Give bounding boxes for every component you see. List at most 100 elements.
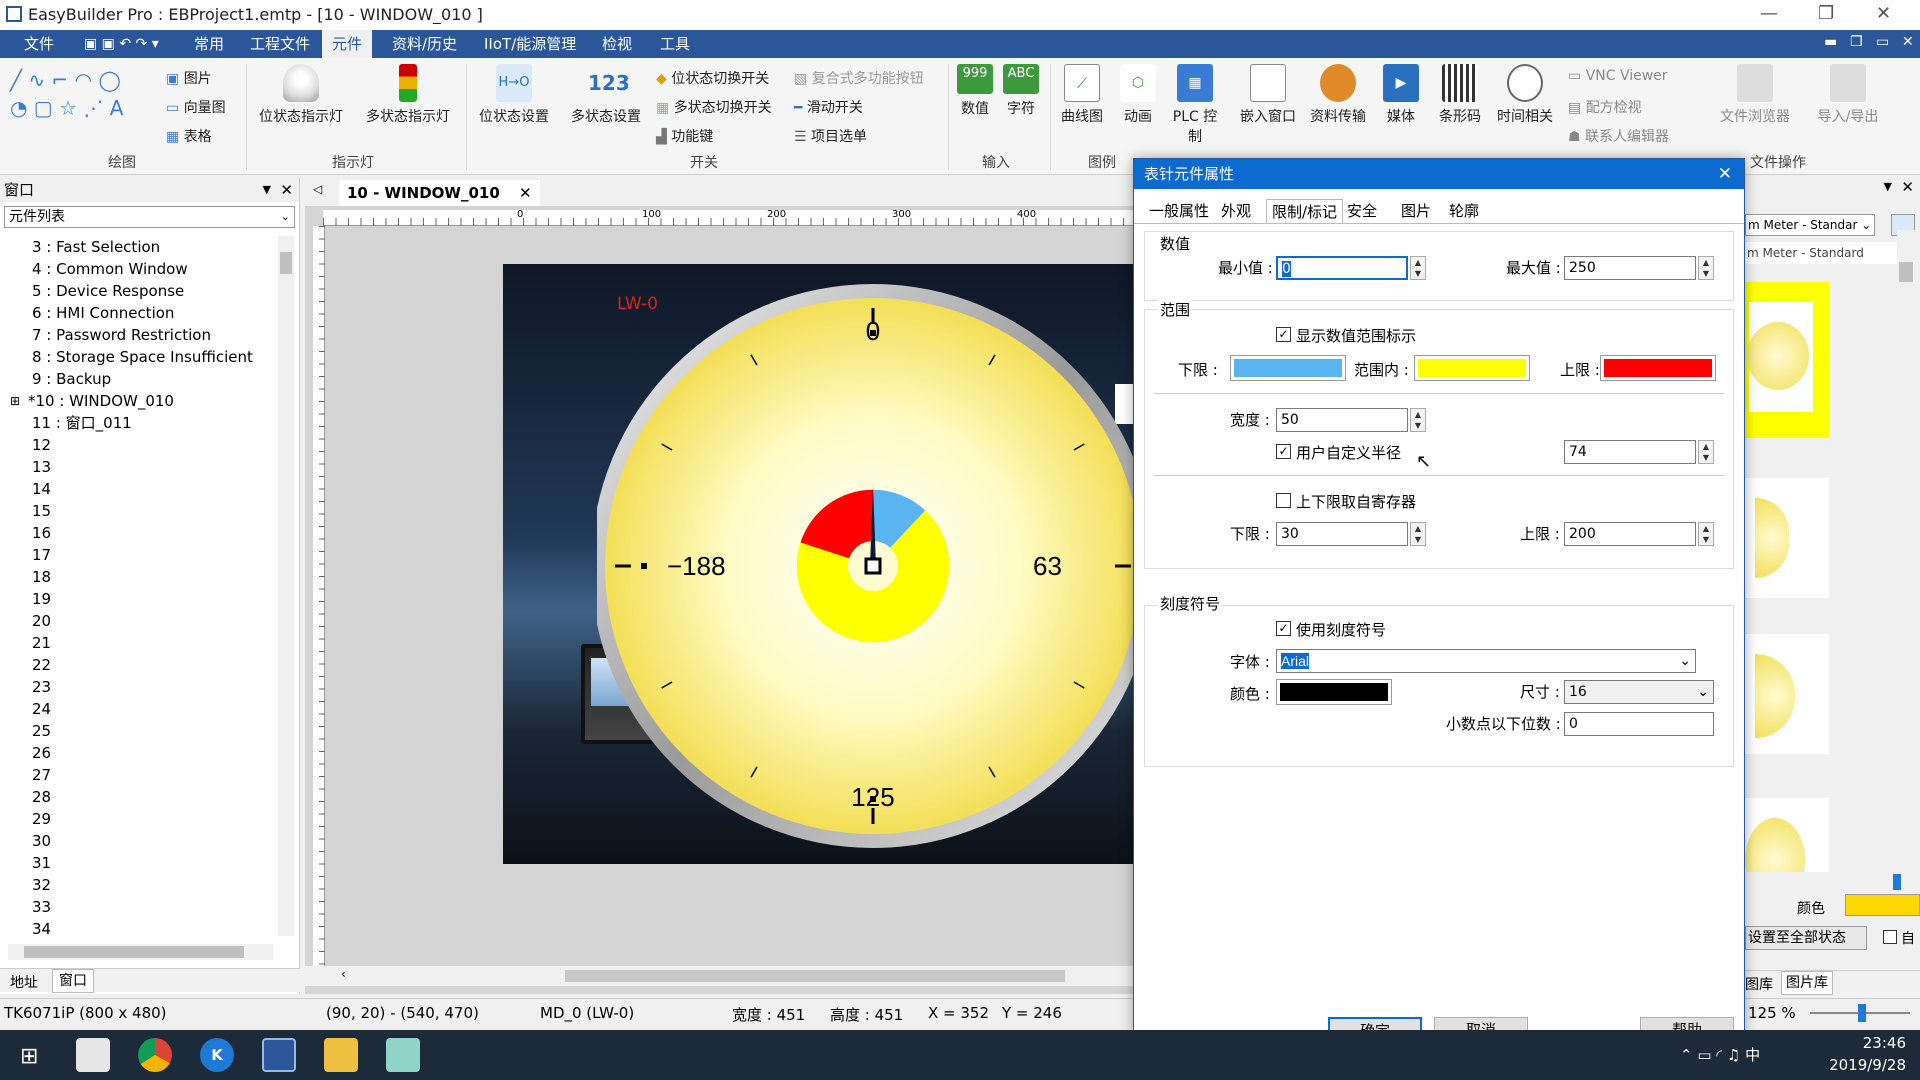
ascii-button[interactable]: ABC 字符 (1000, 64, 1042, 118)
system-tray-icons[interactable]: ⌃ ▭ ◜ ♫ 中 (1680, 1044, 1760, 1065)
tree-item[interactable]: 26 (10, 742, 275, 764)
tab-limit-mark[interactable]: 限制/标记 (1266, 199, 1344, 223)
min-value-input[interactable]: 0 (1276, 256, 1408, 280)
tree-item[interactable]: 23 (10, 676, 275, 698)
tree-horizontal-scrollbar[interactable] (8, 944, 273, 960)
animation-button[interactable]: ⬡ 动画 (1112, 64, 1164, 126)
shape-preview-selected[interactable] (1745, 282, 1829, 438)
lower-color-picker[interactable] (1230, 355, 1346, 381)
width-input[interactable]: 50 (1276, 408, 1408, 432)
tab-address[interactable]: 地址 (10, 972, 38, 992)
selection-handle[interactable] (870, 796, 876, 802)
lower-limit-spinner[interactable]: ▲ ▼ (1410, 522, 1426, 546)
trend-button[interactable]: ⟋ 曲线图 (1056, 64, 1108, 126)
tree-item[interactable]: 7 : Password Restriction (10, 324, 275, 346)
minimize-button[interactable]: — (1760, 3, 1778, 24)
tree-item[interactable]: 6 : HMI Connection (10, 302, 275, 324)
tree-item[interactable]: 31 (10, 852, 275, 874)
tree-item[interactable]: ⊞ *10 : WINDOW_010 (10, 390, 275, 412)
radius-input[interactable]: 74 (1564, 440, 1696, 464)
tree-item[interactable]: 11 : 窗口_011 (10, 412, 275, 434)
apply-all-states-button[interactable]: 设置至全部状态 (1745, 926, 1867, 950)
tab-window[interactable]: 窗口 (52, 969, 94, 993)
mdi-controls[interactable]: ▬ ❐ ▭ ✕ (1820, 30, 1920, 58)
ribbon-vector[interactable]: ▭ 向量图 (166, 97, 226, 117)
scrollbar-thumb[interactable] (565, 970, 1065, 982)
menu-project-file[interactable]: 工程文件 (240, 30, 320, 58)
library-scrollbar[interactable] (1897, 230, 1915, 874)
zoom-slider-thumb[interactable] (1858, 1004, 1866, 1022)
file-explorer-icon[interactable] (324, 1038, 358, 1072)
tree-item[interactable]: 15 (10, 500, 275, 522)
panel-dropdown-icon[interactable]: ▼ (263, 178, 271, 202)
color-swatch[interactable] (1845, 894, 1920, 916)
radius-spinner[interactable]: ▲ ▼ (1698, 440, 1714, 464)
editor-horizontal-scrollbar[interactable]: ‹ (305, 966, 1135, 986)
tree-item[interactable]: 20 (10, 610, 275, 632)
quick-access-toolbar[interactable]: ▣ ▣ ↶ ↷ ▾ (84, 36, 159, 52)
dialog-close-icon[interactable]: ✕ (1718, 159, 1732, 189)
panel-dropdown-icon[interactable]: ▼ (1884, 180, 1892, 193)
multi-state-lamp-button[interactable]: 多状态指示灯 (360, 64, 456, 126)
editor-tab[interactable]: 10 - WINDOW_010 ✕ (339, 180, 540, 206)
option-list-button[interactable]: ☰ 项目选单 (794, 126, 867, 146)
barcode-button[interactable]: 条形码 (1432, 64, 1488, 126)
tree-item[interactable]: 9 : Backup (10, 368, 275, 390)
tree-item[interactable]: 22 (10, 654, 275, 676)
auto-checkbox[interactable] (1883, 930, 1897, 944)
plc-control-button[interactable]: ▦ PLC 控制 (1168, 64, 1222, 146)
contact-editor-button[interactable]: ☗ 联系人编辑器 (1568, 126, 1669, 146)
tree-item[interactable]: 19 (10, 588, 275, 610)
menu-objects[interactable]: 元件 (322, 30, 373, 58)
upper-limit-input[interactable]: 200 (1564, 522, 1696, 546)
scrollbar-thumb[interactable] (24, 946, 244, 958)
tree-item[interactable]: 24 (10, 698, 275, 720)
selection-handle[interactable] (641, 563, 647, 569)
min-value-spinner[interactable]: ▲ ▼ (1410, 256, 1426, 280)
library-slider[interactable] (1745, 874, 1920, 890)
shape-preview[interactable] (1745, 634, 1829, 754)
set-word-button[interactable]: 123 多状态设置 (562, 64, 650, 126)
library-subcombo[interactable]: m Meter - Standard (1745, 242, 1905, 264)
data-transfer-button[interactable]: 资料传输 (1306, 64, 1370, 126)
menu-view[interactable]: 检视 (592, 30, 642, 58)
width-spinner[interactable]: ▲ ▼ (1410, 408, 1426, 432)
set-bit-button[interactable]: H→O 位状态设置 (470, 64, 558, 126)
toggle-switch-button[interactable]: ◆ 位状态切换开关 (656, 68, 769, 88)
taskbar-app-icon[interactable] (386, 1038, 420, 1072)
tree-item[interactable]: 18 (10, 566, 275, 588)
custom-radius-checkbox[interactable]: ✓ (1276, 444, 1291, 459)
menu-file[interactable]: 文件 (14, 30, 64, 58)
embed-window-button[interactable]: 嵌入窗口 (1236, 64, 1300, 126)
tree-item[interactable]: 28 (10, 786, 275, 808)
numeric-button[interactable]: 999 数值 (954, 64, 996, 118)
tree-item[interactable]: 33 (10, 896, 275, 918)
shape-preview[interactable] (1745, 478, 1829, 598)
file-browser-button[interactable]: 文件浏览器 (1710, 64, 1800, 126)
upper-color-picker[interactable] (1600, 355, 1716, 381)
menu-common[interactable]: 常用 (184, 30, 234, 58)
multi-state-switch-button[interactable]: ▦ 多状态切换开关 (656, 97, 772, 117)
library-combo[interactable]: m Meter - Standar ⌄ (1745, 214, 1875, 236)
window-tree[interactable]: 3 : Fast Selection 4 : Common Window 5 : D… (10, 236, 275, 936)
function-key-button[interactable]: ▟ 功能键 (656, 126, 713, 146)
expand-icon[interactable]: ⊞ (10, 390, 20, 412)
media-button[interactable]: ▶ 媒体 (1376, 64, 1426, 126)
tree-item[interactable]: 21 (10, 632, 275, 654)
combo-button[interactable]: ▧ 复合式多功能按钮 (794, 68, 924, 88)
menu-tools[interactable]: 工具 (650, 30, 700, 58)
tab-scroll-left-icon[interactable]: ◁ (313, 182, 322, 196)
slide-switch-button[interactable]: ━ 滑动开关 (794, 97, 863, 117)
zoom-slider[interactable] (1810, 1004, 1910, 1022)
menu-data-history[interactable]: 资料/历史 (382, 30, 467, 58)
time-related-button[interactable]: 时间相关 (1492, 64, 1558, 126)
font-select[interactable]: Arial ⌄ (1276, 649, 1696, 673)
tree-item[interactable]: 14 (10, 478, 275, 500)
easybuilder-icon[interactable] (262, 1038, 296, 1072)
ribbon-table[interactable]: ▦ 表格 (166, 126, 212, 146)
size-select[interactable]: 16 ⌄ (1564, 680, 1714, 704)
tree-item[interactable]: 32 (10, 874, 275, 896)
scrollbar-thumb[interactable] (280, 252, 292, 274)
tab-general[interactable]: 一般属性 (1144, 199, 1214, 223)
decimals-input[interactable]: 0 (1564, 712, 1714, 736)
